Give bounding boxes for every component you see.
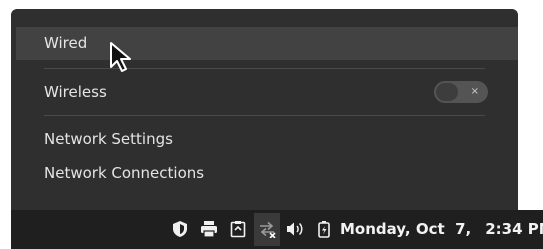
toggle-off-icon: × (470, 86, 479, 97)
network-disconnected-icon[interactable] (258, 220, 276, 238)
menu-item-network-settings[interactable]: Network Settings (16, 123, 518, 156)
toggle-knob (436, 83, 458, 101)
network-menu: Wired Wireless × Network Settings Networ… (11, 9, 518, 210)
menu-item-network-connections[interactable]: Network Connections (16, 157, 518, 190)
mouse-cursor-icon (110, 42, 131, 72)
wireless-toggle-switch[interactable]: × (434, 81, 488, 103)
printer-icon[interactable] (200, 220, 218, 238)
menu-item-wired[interactable]: Wired (16, 27, 518, 60)
clock-date: Monday, Oct 7, (340, 220, 472, 238)
screen: Wired Wireless × Network Settings Networ… (0, 0, 543, 249)
volume-icon[interactable] (286, 220, 304, 238)
shield-icon[interactable] (171, 220, 189, 238)
clock[interactable]: Monday, Oct 7, 2:34 PM (340, 210, 543, 249)
menu-item-wireless-label: Wireless (44, 83, 107, 101)
clock-time: 2:34 PM (485, 220, 543, 238)
clipboard-icon[interactable] (229, 220, 247, 238)
battery-icon[interactable] (315, 220, 333, 238)
menu-separator (44, 115, 485, 116)
menu-item-wired-label: Wired (44, 34, 88, 52)
menu-item-network-connections-label: Network Connections (44, 164, 205, 182)
menu-item-network-settings-label: Network Settings (44, 130, 173, 148)
taskbar: Monday, Oct 7, 2:34 PM (11, 210, 543, 249)
